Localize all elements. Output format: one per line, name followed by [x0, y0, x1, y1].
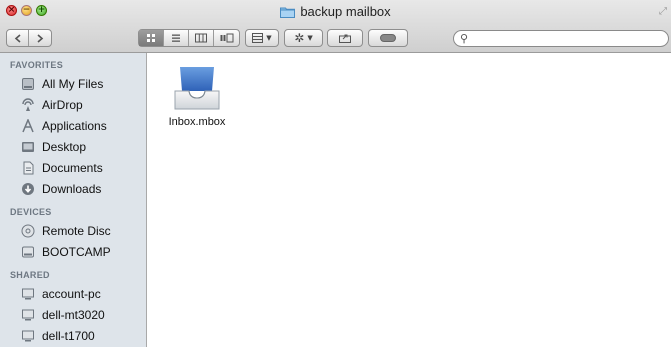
- sidebar-item-dell-mt3020[interactable]: dell-mt3020: [0, 304, 146, 325]
- action-dropdown-icon: ▼: [307, 34, 313, 42]
- documents-icon: [20, 160, 36, 176]
- network-computer-icon: [20, 286, 36, 302]
- sidebar-item-label: Desktop: [42, 139, 87, 154]
- sidebar-item-label: dell-t1700: [42, 328, 95, 343]
- finder-window: × − + backup mailbox ⤢ ▼ ✲ ▼ ⚲ FAVORITES…: [0, 0, 671, 347]
- sidebar-section-devices: DEVICES: [10, 207, 52, 217]
- arrange-button[interactable]: ▼: [245, 29, 279, 47]
- sidebar: FAVORITES All My Files AirDrop Applicati…: [0, 53, 147, 347]
- back-forward-control: [6, 29, 52, 47]
- sidebar-item-label: Documents: [42, 160, 103, 175]
- desktop-icon: [20, 139, 36, 155]
- applications-icon: [20, 118, 36, 134]
- remote-disc-icon: [20, 223, 36, 239]
- sidebar-item-remote-disc[interactable]: Remote Disc: [0, 220, 146, 241]
- sidebar-item-label: Applications: [42, 118, 107, 133]
- list-view-icon: [172, 34, 180, 42]
- sidebar-item-label: BOOTCAMP: [42, 244, 111, 259]
- file-name: Inbox.mbox: [168, 116, 226, 128]
- chevron-left-icon: [14, 33, 21, 43]
- forward-button[interactable]: [29, 30, 51, 46]
- sidebar-section-favorites: FAVORITES: [10, 60, 64, 70]
- sidebar-item-account-pc[interactable]: account-pc: [0, 283, 146, 304]
- sidebar-item-all-my-files[interactable]: All My Files: [0, 73, 146, 94]
- view-mode-control: [138, 29, 240, 47]
- sidebar-item-dell-t1700[interactable]: dell-t1700: [0, 325, 146, 346]
- search-icon: ⚲: [460, 32, 469, 45]
- list-view-button[interactable]: [164, 30, 189, 46]
- icon-view-button[interactable]: [139, 30, 164, 46]
- column-view-icon: [195, 33, 207, 43]
- downloads-icon: [20, 181, 36, 197]
- sidebar-item-label: Remote Disc: [42, 223, 111, 238]
- window-title-area: backup mailbox: [0, 4, 671, 19]
- sidebar-item-documents[interactable]: Documents: [0, 157, 146, 178]
- all-files-icon: [20, 76, 36, 92]
- folder-icon: [280, 7, 296, 18]
- sidebar-item-downloads[interactable]: Downloads: [0, 178, 146, 199]
- sidebar-item-label: AirDrop: [42, 97, 83, 112]
- mailbox-icon: [174, 67, 220, 110]
- toolbar: ▼ ✲ ▼ ⚲: [0, 27, 671, 49]
- column-view-button[interactable]: [189, 30, 214, 46]
- airdrop-icon: [20, 97, 36, 113]
- gear-icon: ✲: [294, 31, 305, 45]
- back-forward-segments: [7, 30, 51, 46]
- action-button[interactable]: ✲ ▼: [284, 29, 323, 47]
- sidebar-item-label: All My Files: [42, 76, 104, 91]
- view-mode-segments: [139, 30, 239, 46]
- icon-view-icon: [147, 34, 155, 42]
- coverflow-view-icon: [220, 33, 233, 43]
- fullscreen-button[interactable]: ⤢: [659, 6, 667, 17]
- file-browser-content: Inbox.mbox: [147, 53, 671, 347]
- sidebar-item-label: Downloads: [42, 181, 102, 196]
- back-button[interactable]: [7, 30, 29, 46]
- chevron-right-icon: [37, 33, 44, 43]
- search-input[interactable]: ⚲: [453, 30, 669, 47]
- tag-icon: [380, 34, 396, 42]
- fullscreen-icon: ⤢: [659, 6, 667, 17]
- coverflow-view-button[interactable]: [214, 30, 239, 46]
- file-item-inbox-mbox[interactable]: Inbox.mbox: [157, 65, 237, 128]
- sidebar-item-label: account-pc: [42, 286, 101, 301]
- sidebar-item-bootcamp[interactable]: BOOTCAMP: [0, 241, 146, 262]
- share-button[interactable]: [327, 29, 363, 47]
- window-title: backup mailbox: [300, 4, 391, 19]
- sidebar-section-shared: SHARED: [10, 270, 50, 280]
- share-icon: [339, 34, 351, 43]
- tags-button[interactable]: [368, 29, 408, 47]
- titlebar: × − + backup mailbox ⤢ ▼ ✲ ▼ ⚲: [0, 0, 671, 53]
- sidebar-item-label: dell-mt3020: [42, 307, 105, 322]
- arrange-dropdown-icon: ▼: [266, 34, 272, 42]
- arrange-grid-icon: [252, 33, 264, 43]
- network-computer-icon: [20, 328, 36, 344]
- hard-drive-icon: [20, 244, 36, 260]
- sidebar-item-airdrop[interactable]: AirDrop: [0, 94, 146, 115]
- network-computer-icon: [20, 307, 36, 323]
- sidebar-item-desktop[interactable]: Desktop: [0, 136, 146, 157]
- sidebar-item-applications[interactable]: Applications: [0, 115, 146, 136]
